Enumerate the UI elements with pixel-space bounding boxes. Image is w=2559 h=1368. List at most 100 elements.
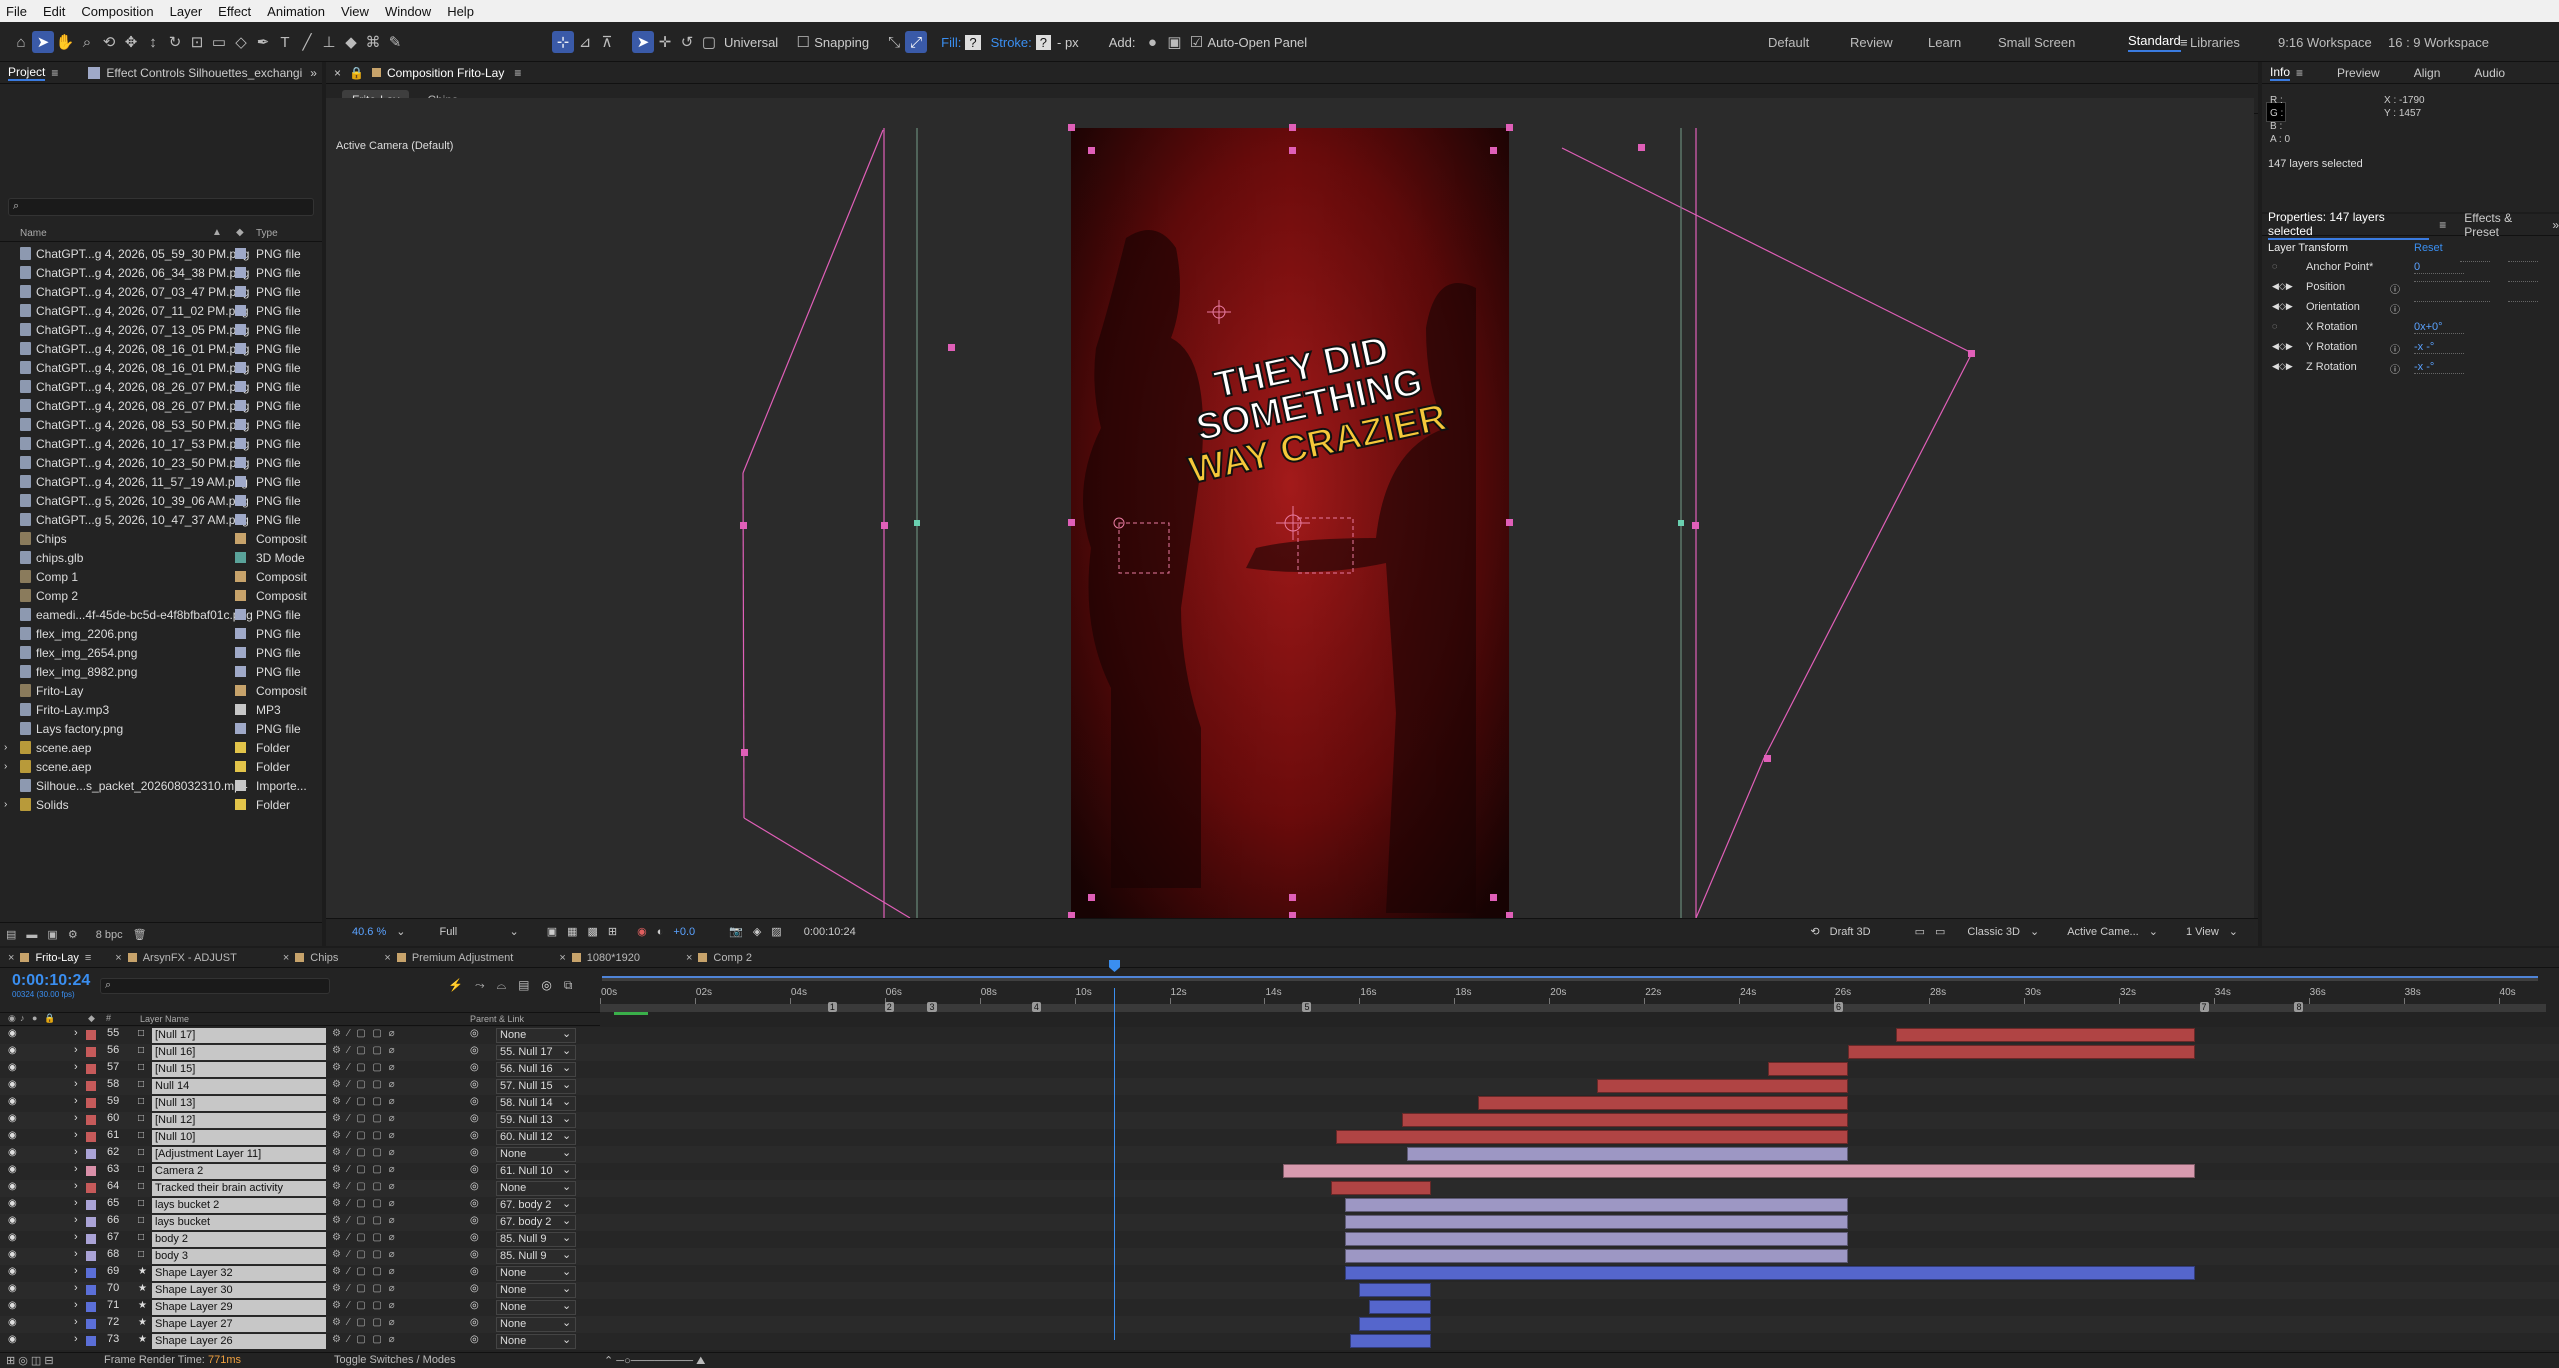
menu-layer[interactable]: Layer bbox=[170, 4, 203, 19]
layer-label-color[interactable] bbox=[86, 1217, 96, 1227]
eye-icon[interactable]: ◉ bbox=[8, 1079, 17, 1090]
expand-arrow-icon[interactable]: › bbox=[74, 1163, 78, 1175]
zoom-tool-icon[interactable]: ⌕ bbox=[76, 31, 98, 53]
layer-label-color[interactable] bbox=[86, 1098, 96, 1108]
workspace-libraries[interactable]: Libraries bbox=[2190, 35, 2240, 50]
dropdown-icon[interactable]: ⌄ bbox=[562, 1333, 571, 1346]
layer-row[interactable]: ◉ › 69 ★ Shape Layer 32 ⚙ ⁄ ▢ ▢ ⌀ ◎ None ⌄ bbox=[0, 1265, 2559, 1282]
snapshot-icon[interactable]: 📷 bbox=[729, 925, 743, 938]
eye-icon[interactable]: ◉ bbox=[8, 1062, 17, 1073]
layer-label-color[interactable] bbox=[86, 1268, 96, 1278]
dropdown-icon[interactable]: ⌄ bbox=[562, 1078, 571, 1091]
panel-menu-icon[interactable]: ≡ bbox=[2296, 66, 2303, 80]
graph-editor-icon[interactable]: ⧉ bbox=[564, 978, 573, 993]
label-color-swatch[interactable] bbox=[235, 267, 246, 278]
timeline-tab[interactable]: ArsynFX - ADJUST bbox=[143, 952, 237, 964]
layer-row[interactable]: ◉ › 68 □ body 3 ⚙ ⁄ ▢ ▢ ⌀ ◎ 85. Null 9 ⌄ bbox=[0, 1248, 2559, 1265]
layer-duration-bar[interactable] bbox=[1402, 1113, 1849, 1127]
region-icon[interactable]: ▣ bbox=[547, 925, 557, 938]
project-item[interactable]: ChatGPT...g 5, 2026, 10_39_06 AM.png PNG … bbox=[0, 491, 322, 510]
panel-menu-icon[interactable]: ≡ bbox=[51, 66, 58, 80]
label-color-swatch[interactable] bbox=[235, 799, 246, 810]
project-item[interactable]: ChatGPT...g 4, 2026, 10_17_53 PM.png PNG … bbox=[0, 434, 322, 453]
audio-col-icon[interactable]: ♪ bbox=[20, 1013, 25, 1023]
layer-duration-bar[interactable] bbox=[1283, 1164, 2195, 1178]
close-tab-icon[interactable]: × bbox=[283, 952, 289, 964]
label-color-swatch[interactable] bbox=[235, 704, 246, 715]
selection-tool-icon[interactable]: ➤ bbox=[32, 31, 54, 53]
timeline-search-input[interactable]: ⌕ bbox=[100, 978, 330, 994]
property-value[interactable]: -x -° bbox=[2414, 341, 2464, 354]
exposure-value[interactable]: +0.0 bbox=[673, 926, 695, 938]
parent-pickwhip-icon[interactable]: ◎ bbox=[470, 1198, 479, 1209]
property-value[interactable]: 0x+0° bbox=[2414, 321, 2464, 334]
layer-duration-bar[interactable] bbox=[1359, 1283, 1431, 1297]
project-item[interactable]: ChatGPT...g 4, 2026, 07_03_47 PM.png PNG … bbox=[0, 282, 322, 301]
label-color-swatch[interactable] bbox=[235, 552, 246, 563]
layer-name[interactable]: Shape Layer 29 bbox=[152, 1300, 326, 1315]
current-time[interactable]: 0:00:10:24 bbox=[804, 926, 856, 938]
project-item[interactable]: Frito-Lay.mp3 MP3 bbox=[0, 700, 322, 719]
layer-duration-bar[interactable] bbox=[1478, 1096, 1849, 1110]
layer-name[interactable]: body 2 bbox=[152, 1232, 326, 1247]
label-color-swatch[interactable] bbox=[235, 476, 246, 487]
layer-row[interactable]: ◉ › 55 □ [Null 17] ⚙ ⁄ ▢ ▢ ⌀ ◎ None ⌄ bbox=[0, 1027, 2559, 1044]
layer-label-color[interactable] bbox=[86, 1319, 96, 1329]
eye-icon[interactable]: ◉ bbox=[8, 1283, 17, 1294]
layer-row[interactable]: ◉ › 63 □ Camera 2 ⚙ ⁄ ▢ ▢ ⌀ ◎ 61. Null 10 ⌄ bbox=[0, 1163, 2559, 1180]
property-value-3[interactable] bbox=[2508, 301, 2538, 302]
expand-arrow-icon[interactable]: › bbox=[74, 1197, 78, 1209]
workspace-standard[interactable]: Standard bbox=[2128, 33, 2181, 52]
parent-pickwhip-icon[interactable]: ◎ bbox=[470, 1215, 479, 1226]
layer-duration-bar[interactable] bbox=[1345, 1266, 2195, 1280]
exposure-icon[interactable]: ◐ bbox=[657, 926, 664, 938]
home-icon[interactable]: ⌂ bbox=[10, 31, 32, 53]
layer-name[interactable]: [Null 10] bbox=[152, 1130, 326, 1145]
eye-icon[interactable]: ◉ bbox=[8, 1215, 17, 1226]
parent-pickwhip-icon[interactable]: ◎ bbox=[470, 1300, 479, 1311]
eye-icon[interactable]: ◉ bbox=[8, 1164, 17, 1175]
dropdown-icon[interactable]: ⌄ bbox=[562, 1061, 571, 1074]
label-color-swatch[interactable] bbox=[235, 362, 246, 373]
dropdown-icon[interactable]: ⌄ bbox=[562, 1027, 571, 1040]
workspace-learn[interactable]: Learn bbox=[1928, 35, 1961, 50]
project-item[interactable]: ChatGPT...g 4, 2026, 06_34_38 PM.png PNG … bbox=[0, 263, 322, 282]
property-value-3[interactable] bbox=[2508, 261, 2538, 262]
add-menu-icon[interactable]: ● bbox=[1141, 31, 1163, 53]
timeline-tab[interactable]: Premium Adjustment bbox=[412, 952, 513, 964]
hand-tool-icon[interactable]: ✋ bbox=[54, 31, 76, 53]
layer-duration-bar[interactable] bbox=[1335, 1130, 1849, 1144]
project-item[interactable]: Lays factory.png PNG file bbox=[0, 719, 322, 738]
draft-3d-label[interactable]: Draft 3D bbox=[1830, 926, 1871, 938]
project-item[interactable]: ChatGPT...g 4, 2026, 10_23_50 PM.png PNG … bbox=[0, 453, 322, 472]
workspace-default[interactable]: Default bbox=[1768, 35, 1809, 50]
label-color-swatch[interactable] bbox=[235, 343, 246, 354]
label-color-swatch[interactable] bbox=[235, 381, 246, 392]
layer-switches[interactable]: ⚙ ⁄ ▢ ▢ ⌀ bbox=[332, 1334, 482, 1347]
project-item[interactable]: eamedi...4f-45de-bc5d-e4f8bfbaf01c.png PN… bbox=[0, 605, 322, 624]
layer-switches[interactable]: ⚙ ⁄ ▢ ▢ ⌀ bbox=[332, 1215, 482, 1228]
sort-icon[interactable]: ▲ bbox=[212, 227, 222, 238]
comp-marker[interactable]: 4 bbox=[1031, 1002, 1041, 1012]
comp-marker[interactable]: 1 bbox=[827, 1002, 837, 1012]
property-value-3[interactable] bbox=[2508, 281, 2538, 282]
layer-switches[interactable]: ⚙ ⁄ ▢ ▢ ⌀ bbox=[332, 1266, 482, 1279]
parent-pickwhip-icon[interactable]: ◎ bbox=[470, 1096, 479, 1107]
axis-view-icon[interactable]: ⊼ bbox=[596, 31, 618, 53]
parent-pickwhip-icon[interactable]: ◎ bbox=[470, 1079, 479, 1090]
label-color-swatch[interactable] bbox=[235, 438, 246, 449]
menu-effect[interactable]: Effect bbox=[218, 4, 251, 19]
dolly-tool-icon[interactable]: ↕ bbox=[142, 31, 164, 53]
close-tab-icon[interactable]: × bbox=[559, 952, 565, 964]
layer-label-color[interactable] bbox=[86, 1064, 96, 1074]
info-circle-icon[interactable]: ⓘ bbox=[2390, 361, 2400, 376]
parent-pickwhip-icon[interactable]: ◎ bbox=[470, 1266, 479, 1277]
dropdown-icon[interactable]: ⌄ bbox=[562, 1095, 571, 1108]
camera-select[interactable]: Active Came... bbox=[2067, 926, 2139, 938]
info-circle-icon[interactable]: ⓘ bbox=[2390, 281, 2400, 296]
label-color-swatch[interactable] bbox=[235, 305, 246, 316]
time-ruler[interactable]: 00s 02s 04s 06s 08s 10s 12s 14s 16s 18s 20s 22s 24s 2… bbox=[600, 972, 2546, 1015]
dropdown-icon[interactable]: ⌄ bbox=[562, 1044, 571, 1057]
layer-duration-bar[interactable] bbox=[1767, 1062, 1849, 1076]
properties-title[interactable]: Properties: 147 layers selected bbox=[2268, 210, 2430, 240]
